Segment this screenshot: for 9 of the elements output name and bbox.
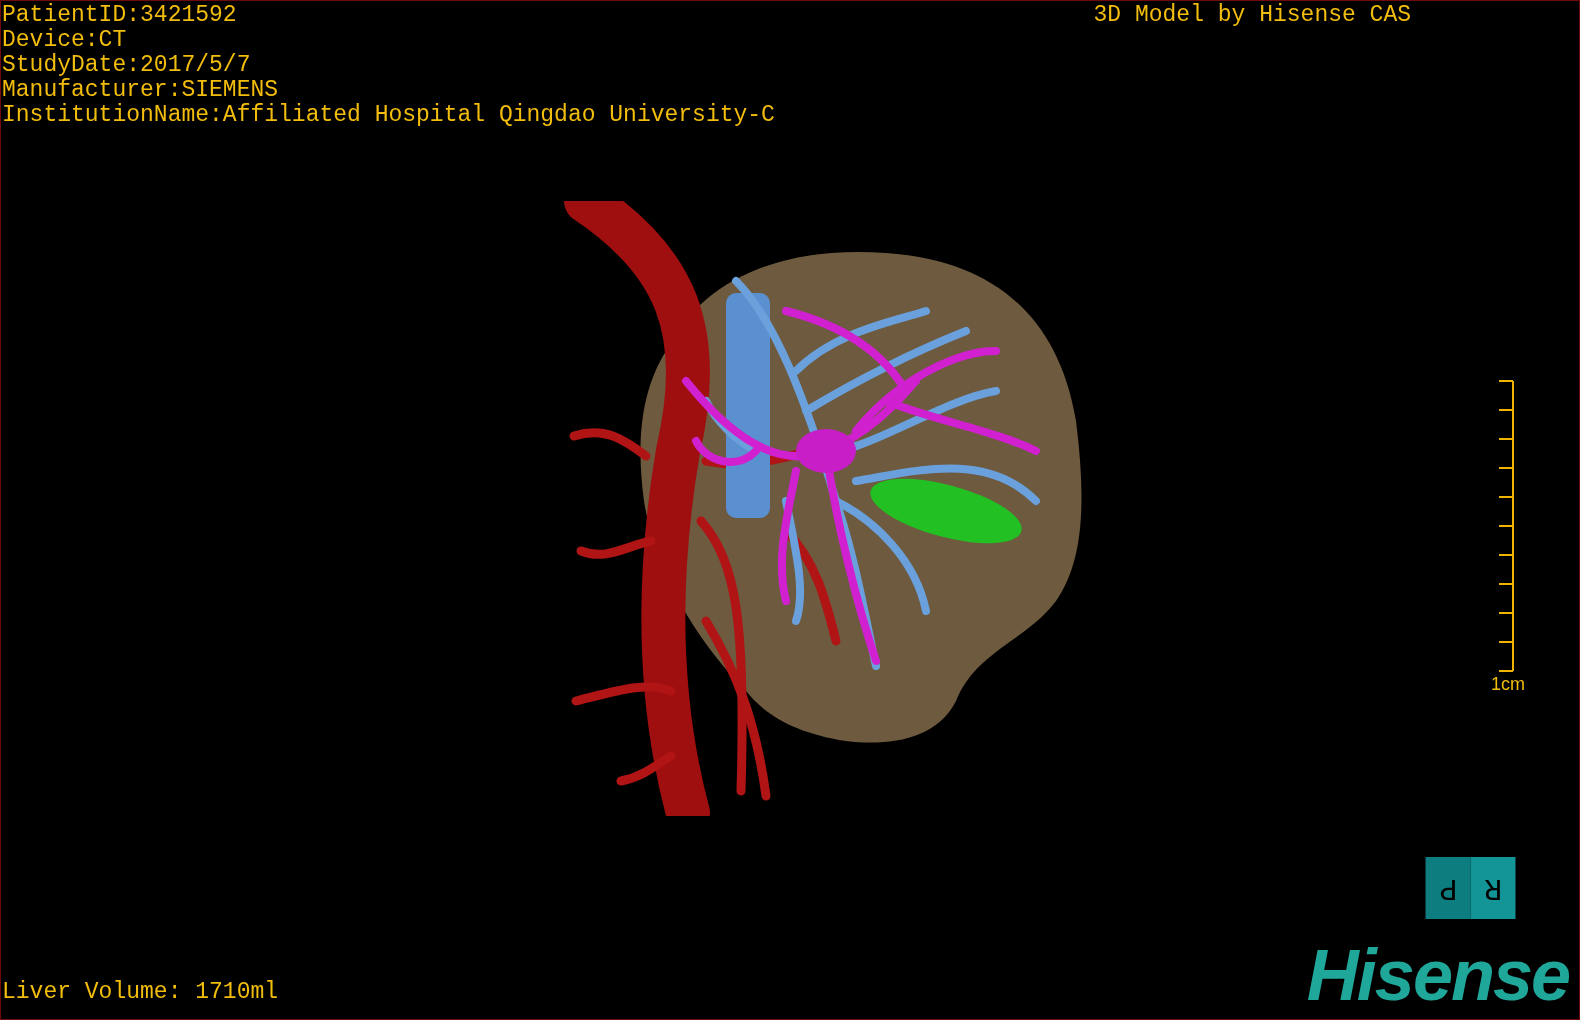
- study-info-text: InstitutionName:Affiliated Hospital Qingdao University-C: [2, 103, 775, 128]
- brand-logo: Hisense: [1306, 939, 1570, 1011]
- study-info-text: Device:CT: [2, 28, 128, 53]
- study-info-text: StudyDate:2017/5/7: [2, 53, 252, 78]
- study-info-text: Manufacturer:SIEMENS: [2, 78, 280, 103]
- study-info-text: PatientID:3421592: [2, 3, 238, 28]
- liver-volume-text: Liver Volume: 1710ml: [1, 980, 279, 1005]
- viewer-title: 3D Model by Hisense CAS: [1093, 3, 1411, 28]
- scale-label: 1cm: [1491, 674, 1525, 695]
